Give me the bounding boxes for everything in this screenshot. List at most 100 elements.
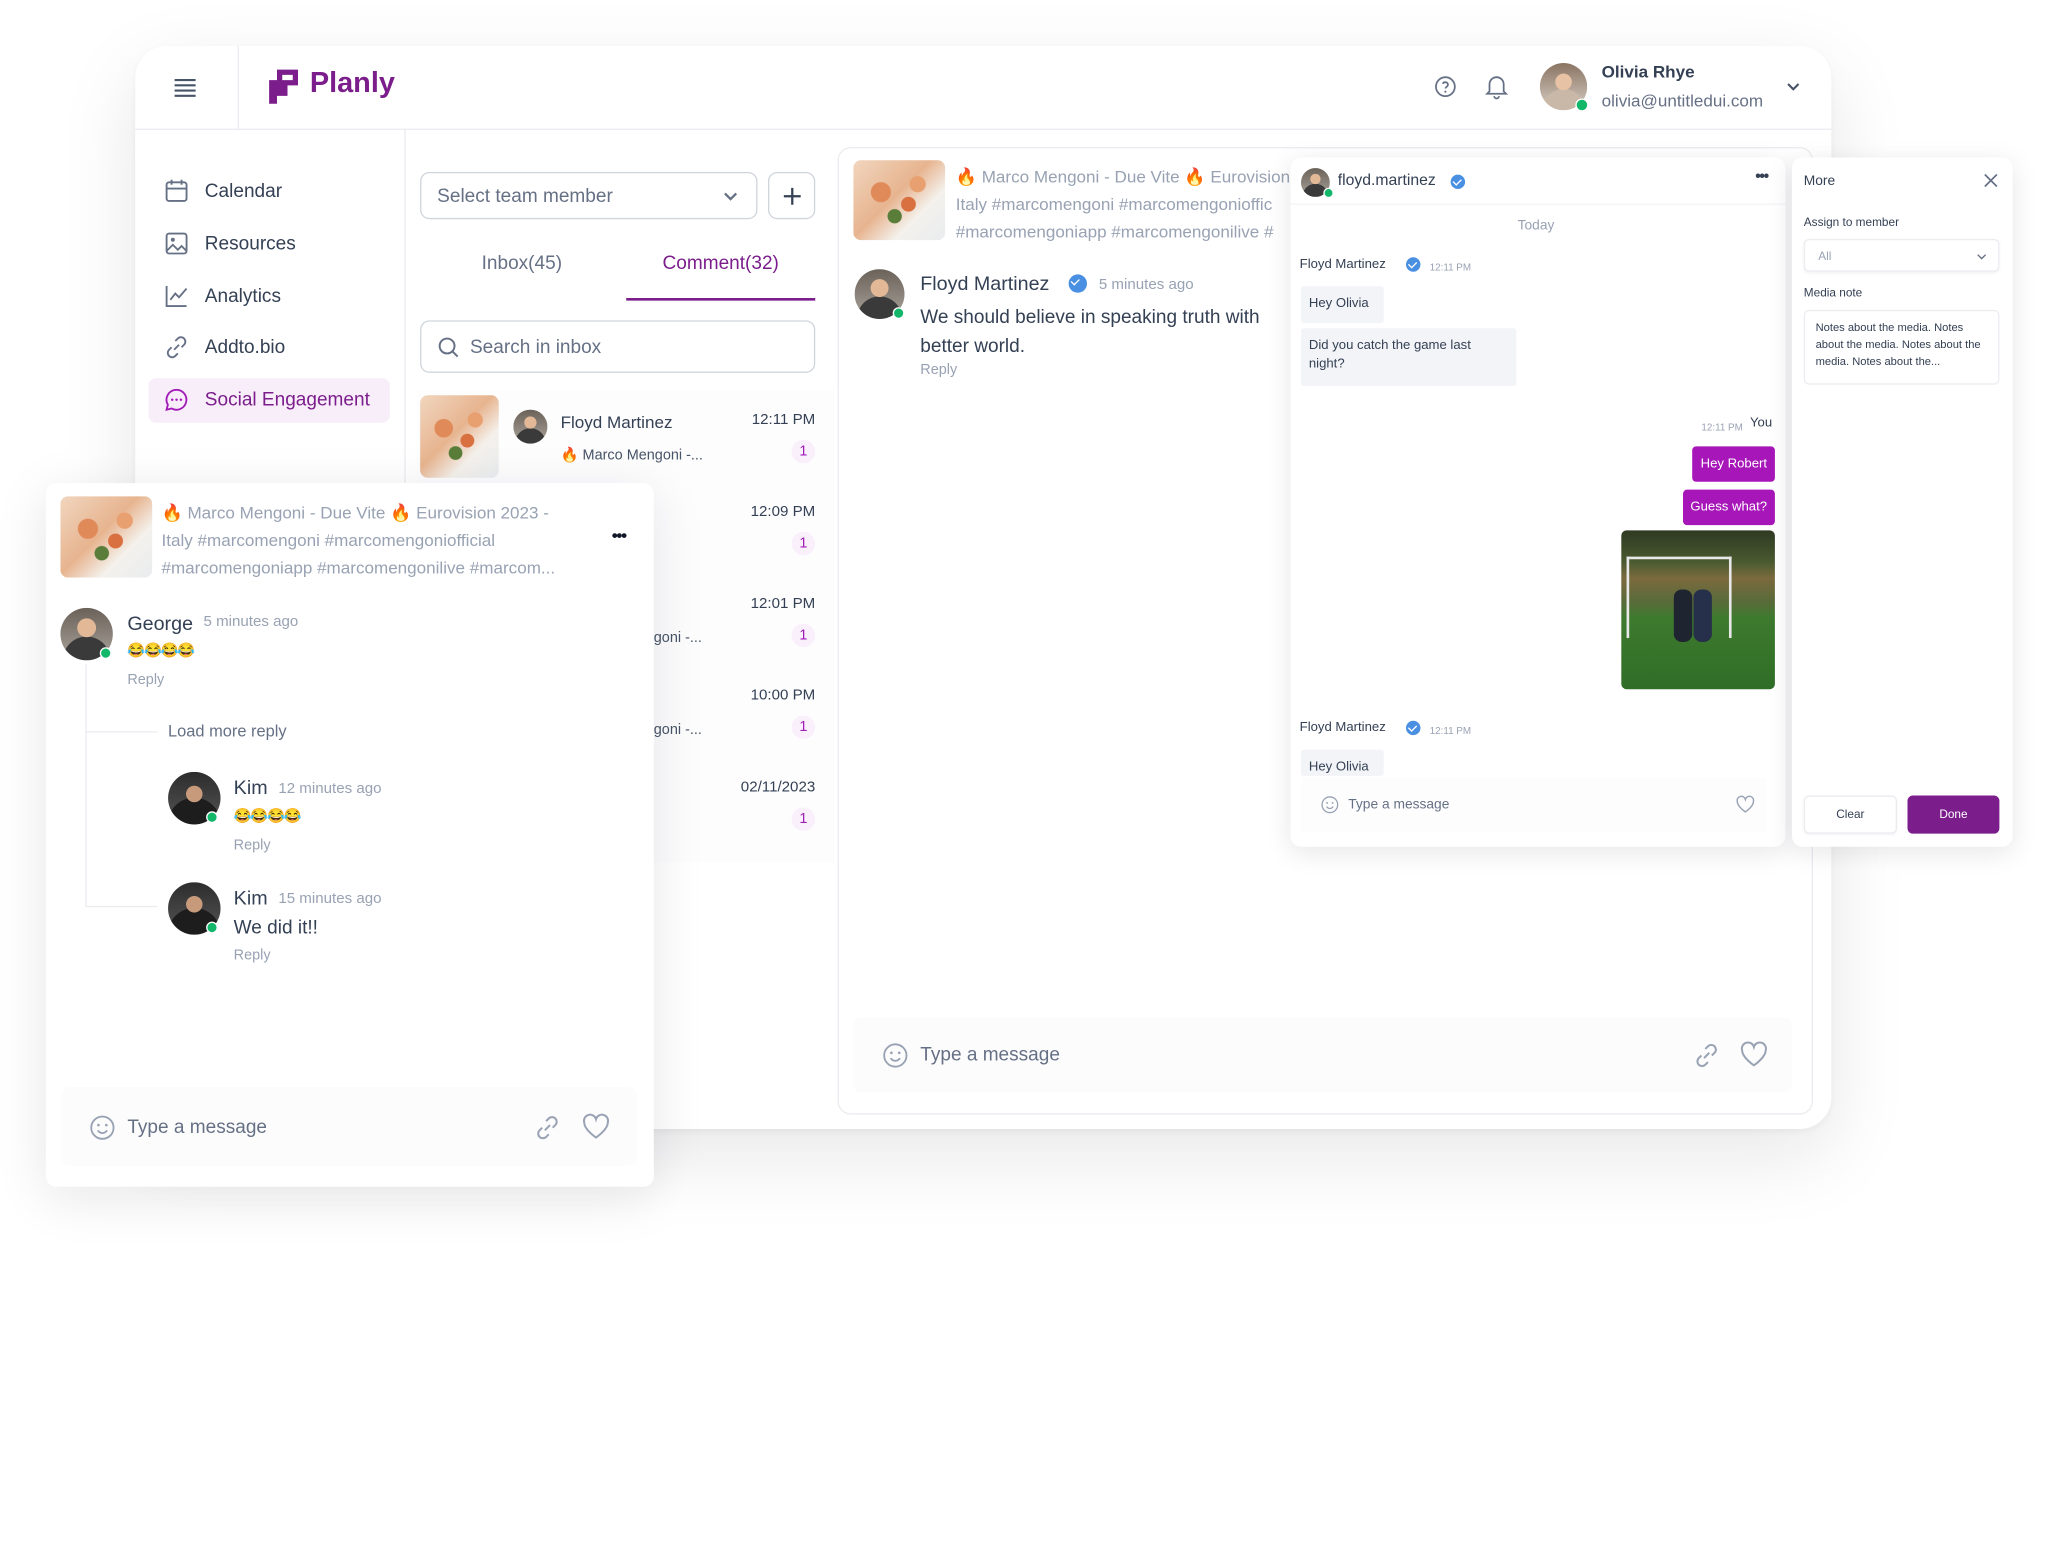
calendar-icon: [164, 179, 189, 204]
heart-icon[interactable]: [582, 1113, 611, 1141]
sidebar-item-label: Social Engagement: [204, 389, 370, 411]
tab-inbox[interactable]: Inbox(45): [420, 244, 623, 299]
chart-icon: [164, 284, 189, 309]
search-input[interactable]: Search in inbox: [420, 320, 816, 373]
heart-icon[interactable]: [1739, 1041, 1768, 1069]
chat-username: floyd.martinez: [1337, 170, 1436, 190]
link-icon[interactable]: [1694, 1042, 1720, 1068]
reply-link[interactable]: Reply: [920, 362, 957, 378]
message-time: 12:11 PM: [1429, 261, 1472, 274]
comment-time: 5 minutes ago: [203, 614, 299, 631]
sidebar-item-label: Calendar: [204, 181, 283, 203]
online-status-dot: [1575, 98, 1589, 112]
load-more-reply-link[interactable]: Load more reply: [168, 722, 287, 740]
message-placeholder: Type a message: [920, 1044, 1060, 1066]
more-options-icon[interactable]: •••: [612, 525, 627, 545]
reply-link[interactable]: Reply: [127, 672, 164, 688]
day-separator: Today: [1517, 217, 1555, 234]
reply-link[interactable]: Reply: [234, 948, 271, 964]
team-member-select[interactable]: Select team member: [420, 171, 758, 220]
thread-line: [85, 664, 87, 906]
comment-text: 😂😂😂😂: [127, 643, 195, 660]
sidebar-item-addto-bio[interactable]: Addto.bio: [148, 327, 390, 369]
reply-link[interactable]: Reply: [234, 838, 271, 854]
row-time: 12:11 PM: [751, 412, 816, 428]
chat-header-divider: [1290, 203, 1786, 205]
chat-message-input[interactable]: Type a message: [1300, 777, 1768, 833]
inbox-row[interactable]: goni -... 12:01 PM 1: [654, 574, 818, 666]
search-placeholder: Search in inbox: [469, 337, 602, 359]
chat-icon: [164, 387, 189, 412]
received-message: Hey Olivia: [1300, 749, 1384, 776]
message-placeholder: Type a message: [127, 1117, 268, 1139]
emoji-icon[interactable]: [89, 1115, 115, 1141]
team-member-select-placeholder: Select team member: [437, 186, 613, 208]
message-input[interactable]: Type a message: [853, 1017, 1792, 1093]
bell-icon[interactable]: [1485, 74, 1509, 100]
row-time: 02/11/2023: [740, 779, 816, 796]
soccer-photo-image[interactable]: [1621, 530, 1775, 690]
verified-badge-icon: [1068, 274, 1087, 293]
add-button[interactable]: [767, 171, 816, 220]
image-icon: [164, 231, 189, 256]
assign-member-value: All: [1818, 249, 1832, 263]
clear-button[interactable]: Clear: [1803, 795, 1897, 834]
sidebar-item-social-engagement[interactable]: Social Engagement: [148, 378, 390, 423]
unread-count-badge: 1: [791, 807, 816, 832]
inbox-row[interactable]: 12:09 PM 1: [654, 482, 818, 574]
online-status-dot: [99, 647, 112, 660]
link-icon: [164, 335, 189, 360]
comment-text: We did it!!: [233, 917, 318, 939]
sidebar-item-analytics[interactable]: Analytics: [148, 276, 390, 318]
thread-branch: [85, 731, 158, 733]
post-caption: 🔥 Marco Mengoni - Due Vite 🔥 Eurovision …: [956, 163, 1291, 246]
assign-member-select[interactable]: All: [1803, 238, 2000, 272]
message-time: 12:11 PM: [1701, 421, 1743, 434]
message-time: 12:11 PM: [1429, 724, 1472, 737]
contact-name: Floyd Martinez: [560, 412, 673, 432]
sender-you-label: You: [1749, 416, 1773, 431]
sender-name: Floyd Martinez: [1299, 257, 1386, 272]
online-status-dot: [206, 811, 218, 824]
header-vertical-divider: [237, 45, 239, 129]
inbox-row[interactable]: goni -... 10:00 PM 1: [654, 666, 818, 758]
verified-badge-icon: [1406, 720, 1421, 736]
emoji-icon[interactable]: [1321, 796, 1339, 814]
chevron-down-icon: [722, 188, 739, 205]
done-button[interactable]: Done: [1907, 795, 2000, 834]
emoji-icon[interactable]: [882, 1042, 908, 1068]
more-options-icon[interactable]: •••: [1755, 167, 1769, 185]
thread-branch: [85, 905, 158, 908]
comment-text-line: We should believe in speaking truth with: [920, 307, 1260, 329]
post-caption-line: #marcomengoniapp #marcomengonilive #marc…: [161, 557, 556, 578]
planly-logo-icon[interactable]: [266, 67, 303, 106]
inbox-row[interactable]: Floyd Martinez 🔥 Marco Mengoni -... 12:1…: [417, 390, 817, 482]
received-message: Hey Olivia: [1300, 286, 1384, 323]
user-name: Olivia Rhye: [1601, 61, 1695, 82]
heart-icon[interactable]: [1736, 795, 1756, 814]
message-input[interactable]: Type a message: [61, 1086, 637, 1166]
message-placeholder: Type a message: [1348, 796, 1450, 813]
tab-comment[interactable]: Comment(32): [626, 244, 816, 301]
post-caption: 🔥 Marco Mengoni - Due Vite 🔥 Eurovision …: [161, 499, 555, 582]
comment-text: We should believe in speaking truth with…: [920, 303, 1290, 361]
media-note-textarea[interactable]: Notes about the media. Notes about the m…: [1803, 309, 2000, 385]
avatar: [513, 409, 548, 444]
hamburger-menu-icon[interactable]: [172, 75, 198, 99]
post-caption-line: #marcomengoniapp #marcomengonilive #: [955, 221, 1274, 242]
sidebar-item-resources[interactable]: Resources: [148, 223, 390, 265]
link-icon[interactable]: [534, 1115, 560, 1141]
inbox-row[interactable]: 02/11/2023 1: [654, 757, 818, 849]
row-time: 12:01 PM: [750, 596, 816, 612]
help-icon[interactable]: [1434, 75, 1458, 99]
comment-text: 😂😂😂😂: [233, 808, 302, 825]
post-caption-line: 🔥 Marco Mengoni - Due Vite 🔥 Eurovision …: [161, 502, 549, 523]
unread-count-badge: 1: [791, 623, 816, 648]
close-icon[interactable]: [1984, 173, 1998, 188]
sidebar-item-calendar[interactable]: Calendar: [148, 171, 390, 213]
brand-name[interactable]: Planly: [310, 66, 395, 100]
commenter-name: Floyd Martinez: [920, 273, 1050, 296]
chevron-down-icon[interactable]: [1785, 79, 1801, 95]
more-panel-title: More: [1803, 173, 1836, 190]
unread-count-badge: 1: [791, 531, 816, 556]
